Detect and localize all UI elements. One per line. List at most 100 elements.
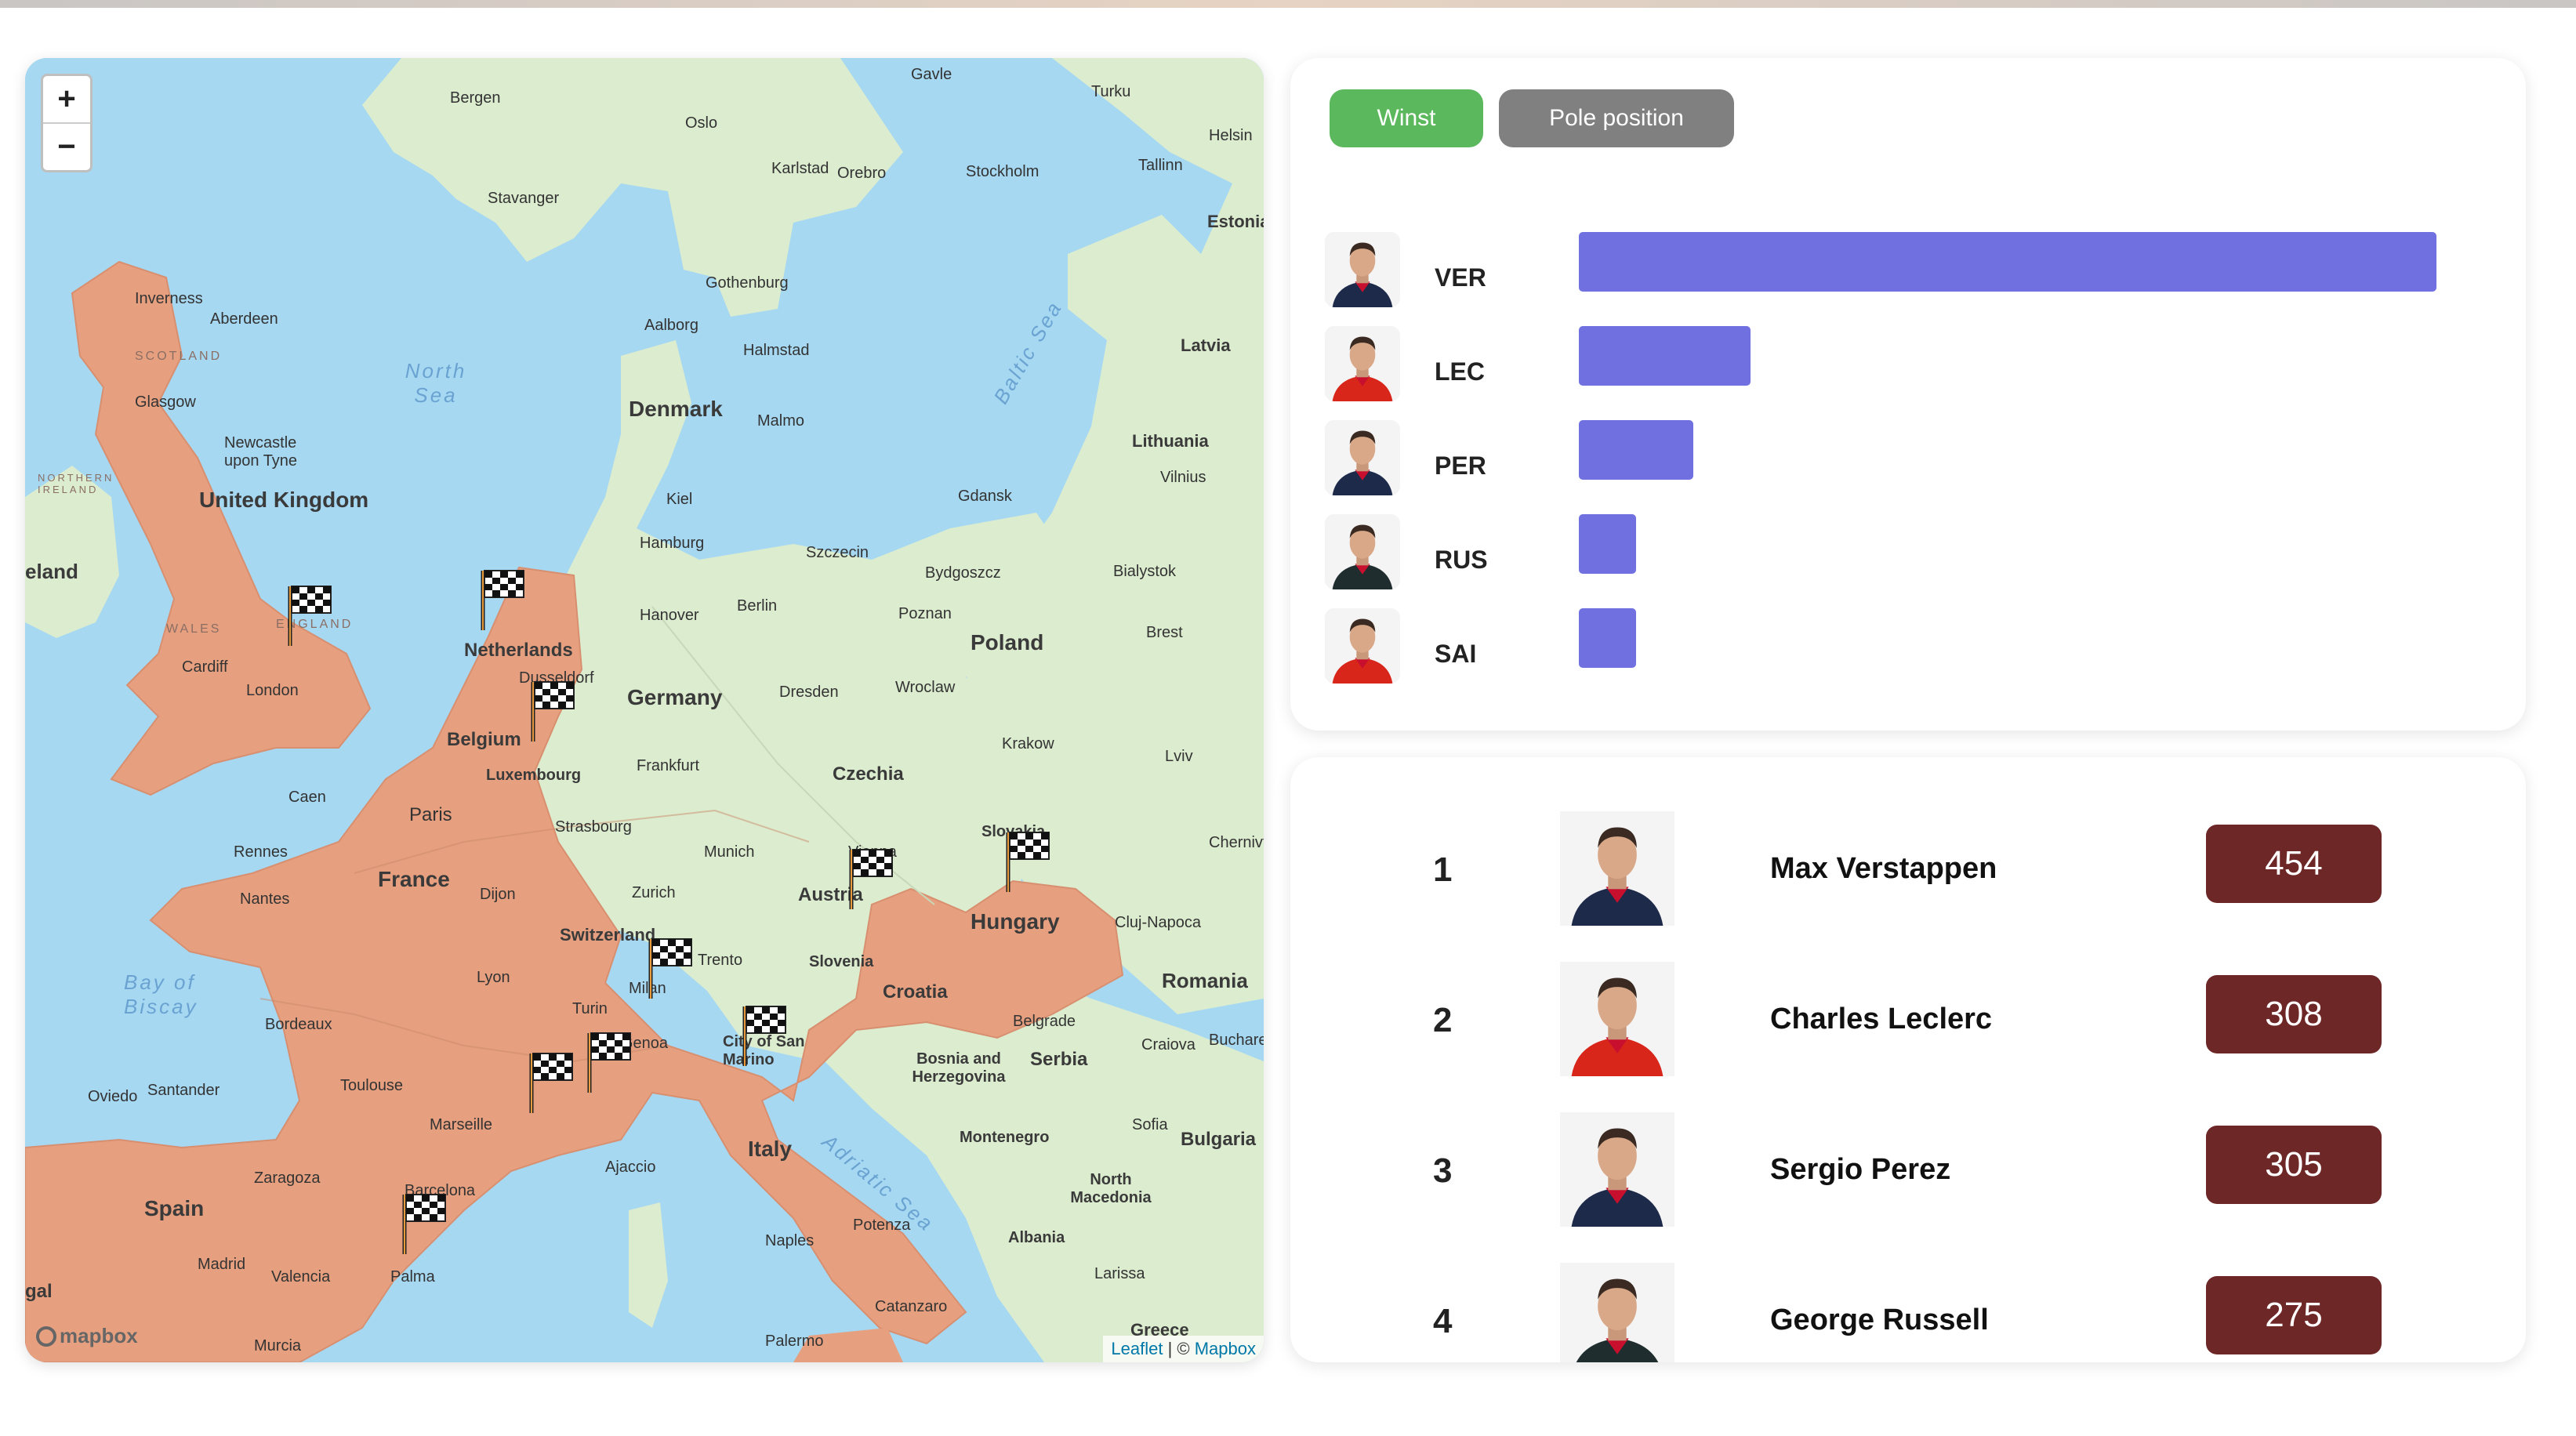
map-country-label: Denmark — [629, 397, 723, 421]
standings-row[interactable]: 3 Sergio Perez 305 — [1290, 1108, 2526, 1234]
map-country-label: France — [378, 867, 450, 891]
race-flag-marker[interactable] — [1002, 829, 1057, 892]
bar-ver[interactable] — [1579, 232, 2436, 292]
zoom-in-button[interactable]: + — [43, 76, 90, 122]
map-city-label: Tallinn — [1138, 157, 1183, 174]
map-sea-label: Bay of Biscay — [124, 970, 198, 1018]
map-city-label: Munich — [704, 843, 755, 861]
race-flag-marker[interactable] — [284, 583, 339, 646]
bar-rus[interactable] — [1579, 514, 1636, 574]
map-country-label: Belgium — [447, 729, 521, 750]
map-country-label: Netherlands — [464, 640, 573, 661]
map-city-label: Dijon — [480, 886, 516, 903]
map-region-label: WALES — [166, 622, 222, 636]
map-country-label: Germany — [627, 685, 723, 709]
driver-code-label: RUS — [1435, 546, 1488, 574]
map-city-label: Belgrade — [1013, 1013, 1076, 1030]
map-city-label: Turin — [572, 1000, 608, 1017]
race-flag-marker[interactable] — [738, 1003, 793, 1066]
map-city-label: Halmstad — [743, 342, 810, 359]
map-city-label: Oviedo — [88, 1088, 138, 1105]
zoom-out-button[interactable]: − — [43, 122, 90, 170]
map-city-label: Nantes — [240, 890, 290, 908]
standing-position: 3 — [1433, 1151, 1453, 1190]
bar-per[interactable] — [1579, 420, 1693, 480]
map-region-label: SCOTLAND — [135, 350, 223, 363]
mapbox-link[interactable]: Mapbox — [1195, 1339, 1256, 1358]
map-country-label: North Macedonia — [1070, 1171, 1152, 1206]
map-city-label: Turku — [1091, 83, 1131, 100]
race-map[interactable]: + − Bergen Oslo Gavle Turku Helsin Stock… — [25, 58, 1264, 1362]
map-city-label: Hanover — [640, 607, 699, 624]
race-flag-marker[interactable] — [398, 1191, 453, 1254]
driver-avatar-small — [1325, 608, 1400, 684]
map-city-label: Wroclaw — [895, 679, 956, 696]
map-city-label: Bucharest — [1209, 1032, 1264, 1049]
map-attribution: Leaflet | © Mapbox — [1103, 1336, 1264, 1362]
map-city-label: Strasbourg — [555, 818, 632, 836]
driver-photo — [1560, 1108, 1674, 1231]
map-city-label: Orebro — [837, 165, 887, 182]
map-city-label: Lyon — [477, 969, 510, 986]
bar-sai[interactable] — [1579, 608, 1636, 668]
map-city-label: Aalborg — [644, 317, 698, 334]
map-city-label: Valencia — [271, 1268, 331, 1286]
map-city-label: Stavanger — [488, 190, 560, 207]
driver-name: George Russell — [1770, 1304, 1989, 1336]
map-country-label: United Kingdom — [199, 488, 369, 512]
map-country-label: Estonia — [1207, 212, 1264, 231]
map-city-label: Newcastle upon Tyne — [224, 434, 298, 470]
map-country-label: Slovenia — [809, 953, 874, 970]
standings-row[interactable]: 2 Charles Leclerc 308 — [1290, 958, 2526, 1083]
map-city-label: Larissa — [1094, 1265, 1145, 1282]
map-city-label: Catanzaro — [875, 1298, 948, 1315]
map-country-label: Romania — [1162, 969, 1248, 992]
map-country-label: Hungary — [971, 909, 1060, 934]
map-city-label: Berlin — [737, 597, 778, 615]
bar-row: VER — [1325, 232, 2501, 310]
map-city-label: Dresden — [779, 684, 839, 701]
standing-position: 2 — [1433, 1001, 1453, 1039]
race-flag-marker[interactable] — [525, 1050, 580, 1113]
mapbox-logo[interactable]: mapbox — [36, 1324, 138, 1348]
map-city-label: Sofia — [1132, 1116, 1168, 1133]
map-city-label: Brest — [1146, 624, 1183, 641]
standings-row[interactable]: 1 Max Verstappen 454 — [1290, 807, 2526, 933]
race-flag-marker[interactable] — [845, 847, 900, 909]
map-city-label: Frankfurt — [637, 757, 700, 774]
wins-chart-card: Winst Pole position VER LEC PER RUS SAI — [1290, 58, 2526, 731]
standings-row[interactable]: 4 George Russell 275 — [1290, 1259, 2526, 1362]
wins-button[interactable]: Winst — [1330, 89, 1483, 147]
race-flag-marker[interactable] — [644, 936, 699, 999]
driver-code-label: LEC — [1435, 357, 1485, 386]
top-gradient-bar — [0, 0, 2576, 8]
map-city-label: Gavle — [911, 66, 952, 83]
map-city-label: Gdansk — [958, 488, 1012, 505]
map-city-label: Bordeaux — [265, 1016, 332, 1033]
driver-photo — [1560, 807, 1674, 930]
map-sea-label: North Sea — [405, 359, 467, 407]
map-country-label: eland — [25, 560, 78, 583]
map-city-label: Palma — [390, 1268, 435, 1286]
race-flag-marker[interactable] — [477, 568, 532, 630]
map-country-label: Switzerland — [560, 925, 656, 945]
map-city-label: Caen — [288, 789, 326, 806]
mapbox-logo-icon — [36, 1325, 56, 1347]
map-country-label: Poland — [971, 630, 1044, 655]
map-city-label: Hamburg — [640, 535, 705, 552]
map-city-label: Chernivtsi — [1209, 834, 1264, 851]
map-city-label: Aberdeen — [210, 310, 278, 328]
race-flag-marker[interactable] — [583, 1030, 638, 1093]
map-city-label: Cardiff — [182, 658, 228, 676]
map-city-label: Ajaccio — [605, 1159, 656, 1176]
leaflet-link[interactable]: Leaflet — [1111, 1339, 1163, 1358]
driver-name: Sergio Perez — [1770, 1153, 1951, 1186]
bar-lec[interactable] — [1579, 326, 1751, 386]
race-flag-marker[interactable] — [527, 679, 582, 742]
driver-code-label: PER — [1435, 451, 1486, 480]
map-city-label: Helsin — [1209, 127, 1253, 144]
pole-position-button[interactable]: Pole position — [1499, 89, 1734, 147]
map-city-label: Paris — [409, 804, 452, 825]
map-city-label: Poznan — [898, 605, 952, 622]
map-city-label: Oslo — [685, 114, 718, 132]
